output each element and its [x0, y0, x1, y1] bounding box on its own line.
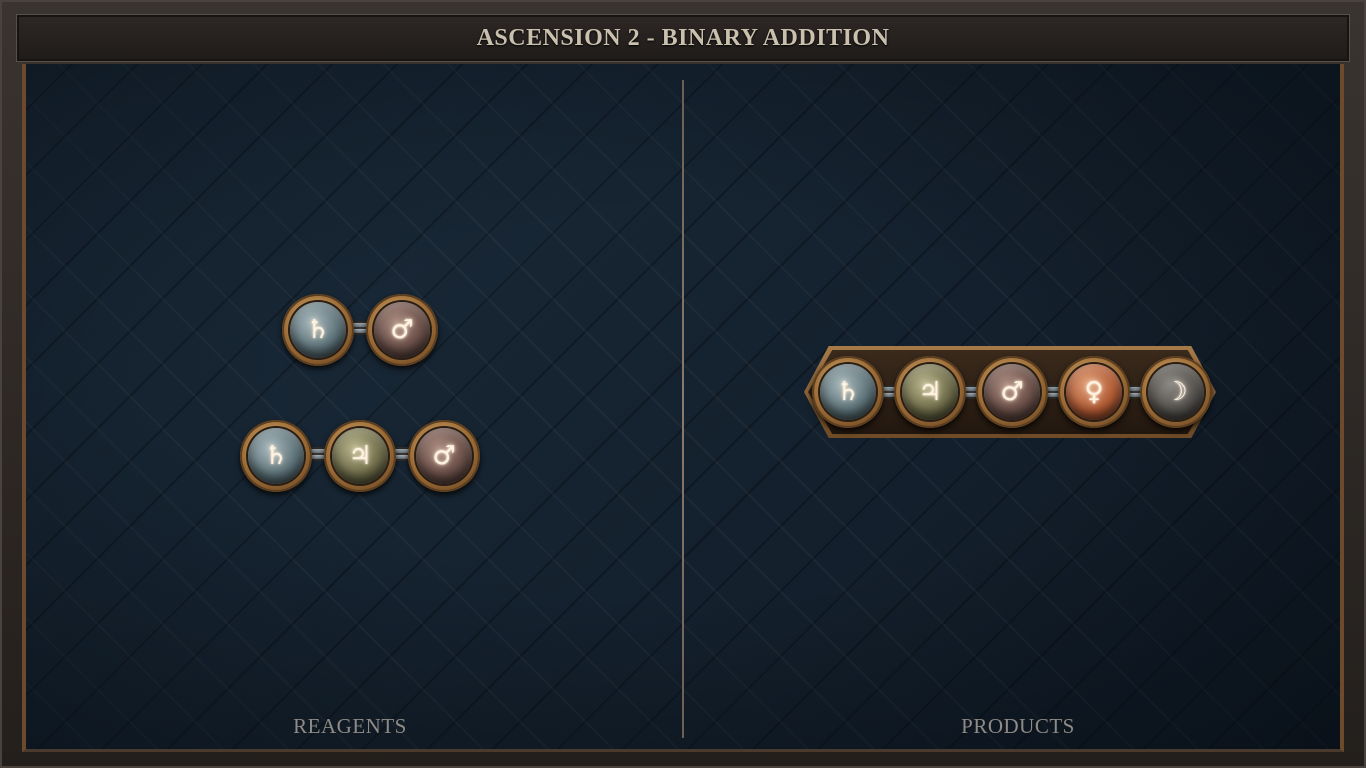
reagent-molecule-2[interactable]: ♄ ♃ ♂ — [238, 418, 482, 494]
atom-tin: ♃ — [894, 356, 966, 428]
puzzle-title: ASCENSION 2 - BINARY ADDITION — [476, 24, 890, 51]
atom-salt: ♄ — [812, 356, 884, 428]
atom-iron: ♂ — [408, 420, 480, 492]
atom-copper: ♀ — [1058, 356, 1130, 428]
copper-symbol-icon: ♀ — [1066, 364, 1122, 420]
silver-symbol-icon: ☽ — [1148, 364, 1204, 420]
atom-tin: ♃ — [324, 420, 396, 492]
tin-symbol-icon: ♃ — [902, 364, 958, 420]
iron-symbol-icon: ♂ — [374, 302, 430, 358]
reagent-molecule-1[interactable]: ♄ ♂ — [280, 292, 440, 368]
atom-iron: ♂ — [366, 294, 438, 366]
section-divider — [682, 80, 684, 738]
tin-symbol-icon: ♃ — [332, 428, 388, 484]
reagents-label: REAGENTS — [293, 714, 407, 738]
atom-salt: ♄ — [282, 294, 354, 366]
atom-iron: ♂ — [976, 356, 1048, 428]
salt-symbol-icon: ♄ — [248, 428, 304, 484]
atom-silver: ☽ — [1140, 356, 1212, 428]
product-molecule: ♄ ♃ ♂ ♀ ☽ — [804, 346, 1216, 438]
iron-symbol-icon: ♂ — [984, 364, 1040, 420]
title-bar: ASCENSION 2 - BINARY ADDITION — [16, 14, 1350, 62]
salt-symbol-icon: ♄ — [820, 364, 876, 420]
iron-symbol-icon: ♂ — [416, 428, 472, 484]
salt-symbol-icon: ♄ — [290, 302, 346, 358]
products-label: PRODUCTS — [961, 714, 1075, 738]
atom-salt: ♄ — [240, 420, 312, 492]
